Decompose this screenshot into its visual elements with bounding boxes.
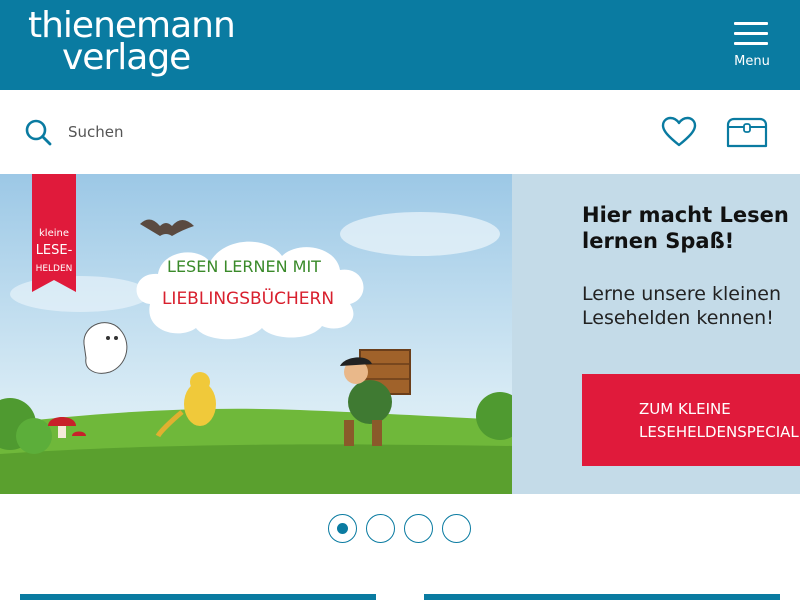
ribbon-word-3: HELDEN xyxy=(36,264,73,274)
hamburger-icon-bar xyxy=(734,32,768,35)
hero-banner: kleine LESE- HELDEN LESEN LERNEN MIT LIE… xyxy=(0,174,800,494)
carousel-dot-2[interactable] xyxy=(366,514,395,543)
cart-icon[interactable] xyxy=(725,115,769,149)
card-top-left[interactable] xyxy=(20,594,376,600)
carousel-dot-4[interactable] xyxy=(442,514,471,543)
logo-line-2: verlage xyxy=(62,37,191,78)
cta-label: ZUM KLEINE LESEHELDENSPECIAL xyxy=(639,400,799,441)
heart-icon[interactable] xyxy=(661,116,697,148)
hero-text-block: Hier macht Lesen lernen Spaß! Lerne unse… xyxy=(582,202,800,330)
search-bar xyxy=(0,90,800,174)
cloud-line-1: LESEN LERNEN MIT xyxy=(167,257,321,276)
carousel-dot-1[interactable] xyxy=(328,514,357,543)
cta-button[interactable]: ZUM KLEINE LESEHELDENSPECIAL xyxy=(582,374,800,466)
ribbon-word-2: LESE- xyxy=(36,243,73,258)
site-header: thienemann verlage Menu xyxy=(0,0,800,90)
ribbon-word-1: kleine xyxy=(39,228,69,239)
hero-title: Hier macht Lesen lernen Spaß! xyxy=(582,203,789,253)
hero-subtitle: Lerne unsere kleinen Lesehelden kennen! xyxy=(582,283,782,329)
hamburger-icon-bar xyxy=(734,42,768,45)
hero-illustration[interactable]: kleine LESE- HELDEN LESEN LERNEN MIT LIE… xyxy=(0,174,512,494)
card-top-right[interactable] xyxy=(424,594,780,600)
menu-button[interactable]: Menu xyxy=(726,18,778,74)
hamburger-icon xyxy=(734,22,768,25)
search-icon[interactable] xyxy=(24,118,52,146)
carousel-dot-3[interactable] xyxy=(404,514,433,543)
cloud-line-2: LIEBLINGSBÜCHERN xyxy=(162,287,334,309)
carousel-pagination xyxy=(0,510,800,546)
search-input[interactable] xyxy=(60,118,420,146)
menu-label: Menu xyxy=(734,54,770,69)
